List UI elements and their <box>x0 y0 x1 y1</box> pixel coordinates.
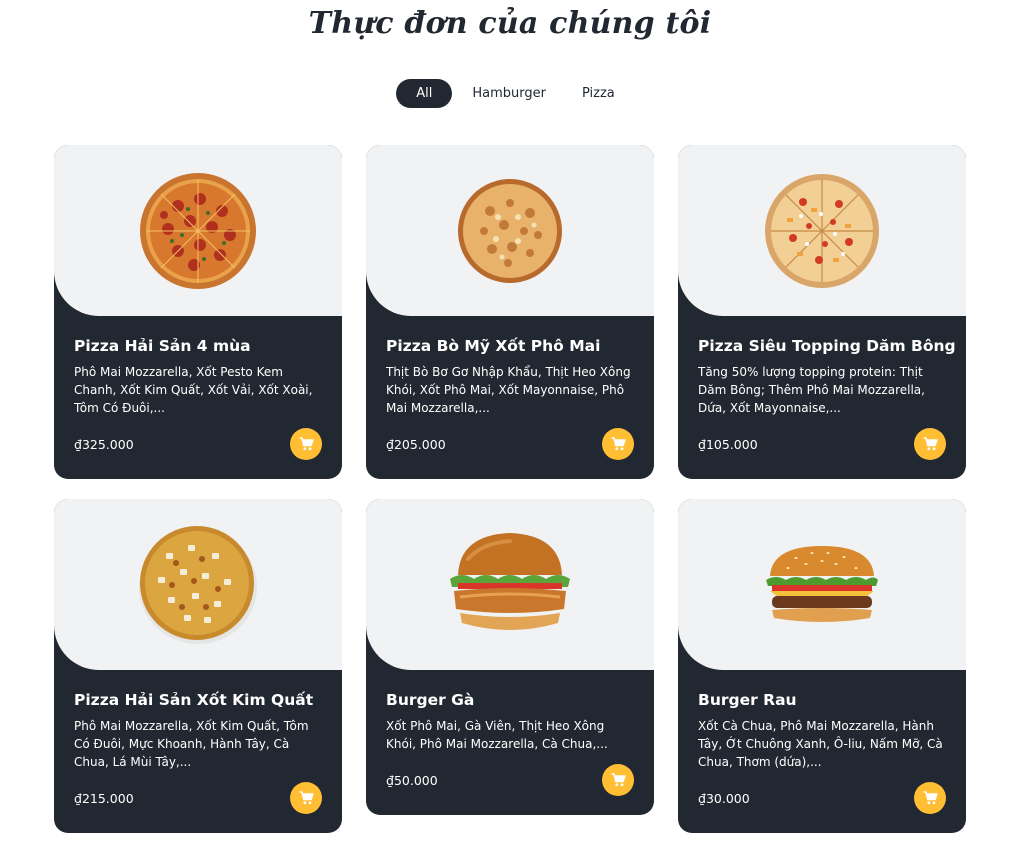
card-footer: ₫215.000 <box>74 782 322 814</box>
menu-card: Pizza Bò Mỹ Xốt Phô Mai Thịt Bò Bơ Gơ Nh… <box>366 145 654 479</box>
card-footer: ₫105.000 <box>698 428 946 460</box>
veggie-burger-icon <box>766 545 878 622</box>
cart-icon <box>299 437 314 451</box>
food-image-box <box>678 145 966 316</box>
item-price: ₫205.000 <box>386 436 446 452</box>
item-price: ₫325.000 <box>74 436 134 452</box>
menu-card: Burger Rau Xốt Cà Chua, Phô Mai Mozzarel… <box>678 499 966 833</box>
item-description: Tăng 50% lượng topping protein: Thịt Dăm… <box>698 365 925 415</box>
item-price: ₫50.000 <box>386 772 438 788</box>
card-footer: ₫50.000 <box>386 764 634 796</box>
item-description: Phô Mai Mozzarella, Xốt Pesto Kem Chanh,… <box>74 365 313 415</box>
card-footer: ₫325.000 <box>74 428 322 460</box>
card-footer: ₫205.000 <box>386 428 634 460</box>
card-body: Burger Rau Xốt Cà Chua, Phô Mai Mozzarel… <box>678 670 966 833</box>
item-name: Pizza Siêu Topping Dăm Bông <box>698 337 956 355</box>
food-image-box <box>366 145 654 316</box>
cart-icon <box>923 437 938 451</box>
card-body: Pizza Hải Sản Xốt Kim Quất Phô Mai Mozza… <box>54 670 342 833</box>
menu-card: Pizza Hải Sản Xốt Kim Quất Phô Mai Mozza… <box>54 499 342 833</box>
item-description: Xốt Cà Chua, Phô Mai Mozzarella, Hành Tâ… <box>698 719 943 769</box>
item-name: Pizza Hải Sản 4 mùa <box>74 337 251 355</box>
menu-grid: Pizza Hải Sản 4 mùa Phô Mai Mozzarella, … <box>54 145 966 833</box>
item-name: Burger Gà <box>386 691 475 709</box>
menu-card: Burger Gà Xốt Phô Mai, Gà Viên, Thịt Heo… <box>366 499 654 815</box>
cart-icon <box>299 791 314 805</box>
item-price: ₫215.000 <box>74 790 134 806</box>
item-price: ₫105.000 <box>698 436 758 452</box>
add-to-cart-button[interactable] <box>290 428 322 460</box>
cart-icon <box>923 791 938 805</box>
topping-pizza-icon <box>765 173 879 288</box>
chicken-burger-icon <box>450 532 570 630</box>
item-description: Thịt Bò Bơ Gơ Nhập Khẩu, Thịt Heo Xông K… <box>386 365 631 415</box>
filter-hamburger[interactable]: Hamburger <box>456 79 562 108</box>
add-to-cart-button[interactable] <box>914 428 946 460</box>
food-image-box <box>54 499 342 670</box>
cart-icon <box>611 437 626 451</box>
filter-menu: All Hamburger Pizza <box>0 79 1020 108</box>
item-name: Burger Rau <box>698 691 797 709</box>
food-image-box <box>54 145 342 316</box>
food-image-box <box>366 499 654 670</box>
menu-card: Pizza Siêu Topping Dăm Bông Tăng 50% lượ… <box>678 145 966 479</box>
cheese-pizza-icon <box>458 178 562 283</box>
card-body: Pizza Bò Mỹ Xốt Phô Mai Thịt Bò Bơ Gơ Nh… <box>366 316 654 479</box>
add-to-cart-button[interactable] <box>914 782 946 814</box>
card-body: Burger Gà Xốt Phô Mai, Gà Viên, Thịt Heo… <box>366 670 654 815</box>
filter-all[interactable]: All <box>396 79 453 108</box>
item-description: Phô Mai Mozzarella, Xốt Kim Quất, Tôm Có… <box>74 719 309 769</box>
card-footer: ₫30.000 <box>698 782 946 814</box>
item-name: Pizza Bò Mỹ Xốt Phô Mai <box>386 337 601 355</box>
onion-pizza-icon <box>139 525 257 644</box>
cart-icon <box>611 773 626 787</box>
menu-card: Pizza Hải Sản 4 mùa Phô Mai Mozzarella, … <box>54 145 342 479</box>
item-price: ₫30.000 <box>698 790 750 806</box>
pepperoni-pizza-icon <box>140 172 256 289</box>
card-body: Pizza Siêu Topping Dăm Bông Tăng 50% lượ… <box>678 316 966 479</box>
food-image-box <box>678 499 966 670</box>
add-to-cart-button[interactable] <box>602 428 634 460</box>
add-to-cart-button[interactable] <box>602 764 634 796</box>
card-body: Pizza Hải Sản 4 mùa Phô Mai Mozzarella, … <box>54 316 342 479</box>
filter-pizza[interactable]: Pizza <box>566 79 631 108</box>
section-heading: Thực đơn của chúng tôi <box>308 6 712 41</box>
add-to-cart-button[interactable] <box>290 782 322 814</box>
item-name: Pizza Hải Sản Xốt Kim Quất <box>74 691 314 709</box>
item-description: Xốt Phô Mai, Gà Viên, Thịt Heo Xông Khói… <box>386 719 608 751</box>
